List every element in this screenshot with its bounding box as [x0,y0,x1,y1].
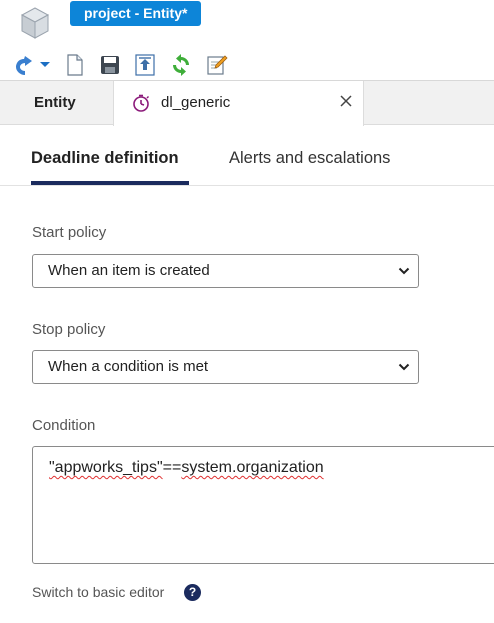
stop-policy-select[interactable]: When a condition is met [32,350,419,384]
back-dropdown-chevron-icon[interactable] [40,62,50,67]
new-document-icon[interactable] [63,53,87,77]
tab-entity[interactable]: Entity [0,81,113,125]
document-tabs: Entity dl_generic [0,81,494,126]
condition-textarea[interactable]: "appworks_tips"==system.organization [32,446,494,564]
chevron-down-icon [398,363,410,371]
chevron-down-icon [398,267,410,275]
active-tab-indicator [31,181,189,185]
title-bar: project - Entity* [0,0,494,48]
condition-field: system.organization [181,459,324,476]
tab-alerts-and-escalations[interactable]: Alerts and escalations [229,149,390,168]
toolbar [0,48,494,81]
back-icon[interactable] [12,53,36,77]
start-policy-label: Start policy [32,224,107,241]
start-policy-value: When an item is created [48,262,210,279]
edit-icon[interactable] [205,53,229,77]
definition-tabs: Deadline definition Alerts and escalatio… [0,125,494,186]
app-window: project - Entity* Entity dl_generic Dead… [0,0,494,623]
condition-operator: == [162,459,182,476]
publish-icon[interactable] [133,53,157,77]
close-icon[interactable] [338,93,354,109]
tab-dl-generic[interactable]: dl_generic [113,81,364,126]
condition-literal: "appworks_tips" [49,459,163,476]
save-icon[interactable] [98,53,122,77]
tab-deadline-definition[interactable]: Deadline definition [31,149,179,168]
cube-logo-icon [20,7,50,39]
stopwatch-icon [133,94,149,112]
switch-to-basic-editor-link[interactable]: Switch to basic editor [32,584,164,600]
start-policy-select[interactable]: When an item is created [32,254,419,288]
tab-dl-generic-label: dl_generic [161,94,231,111]
help-icon[interactable]: ? [184,584,201,601]
stop-policy-label: Stop policy [32,321,106,338]
refresh-icon[interactable] [169,53,193,77]
window-title-tab[interactable]: project - Entity* [70,1,202,26]
stop-policy-value: When a condition is met [48,358,209,375]
condition-expression: "appworks_tips"==system.organization [49,459,324,477]
condition-label: Condition [32,417,96,434]
